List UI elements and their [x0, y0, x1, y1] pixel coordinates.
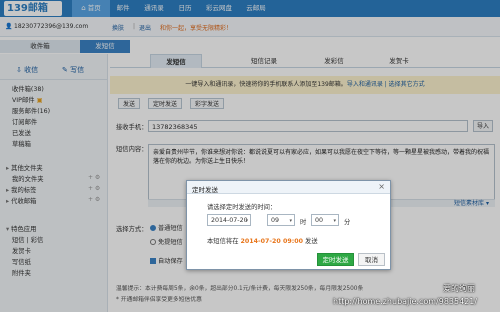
dialog-title: 定时发送 [192, 186, 218, 194]
hour-unit: 时 [300, 219, 307, 226]
chevron-down-icon: ▾ [245, 218, 248, 224]
chevron-down-icon: ▾ [333, 218, 336, 224]
close-icon[interactable]: × [378, 182, 385, 191]
hour-select[interactable]: 09 ▾ [267, 214, 295, 226]
scheduled-send-dialog: 定时发送 × 请选择定时发送的时间： 2014-07-20 ▾ 09 ▾ 时 00 ▾… [186, 180, 391, 270]
chevron-down-icon: ▾ [289, 218, 292, 224]
date-picker[interactable]: 2014-07-20 ▾ [207, 214, 251, 226]
confirm-scheduled-send-button[interactable]: 定时发送 [317, 253, 354, 266]
cancel-button[interactable]: 取消 [358, 253, 385, 266]
dialog-header: 定时发送 × [187, 181, 390, 194]
watermark-url: http://home.zhubajie.com/9835421/ [333, 297, 478, 306]
dialog-prompt: 请选择定时发送的时间： [207, 204, 277, 211]
scheduled-time: 2014-07-20 09:00 [240, 238, 304, 245]
schedule-summary: 本短信将在 2014-07-20 09:00 发送 [207, 238, 318, 245]
watermark-name: 爱的绚丽 [443, 284, 475, 293]
minute-select[interactable]: 00 ▾ [311, 214, 339, 226]
minute-unit: 分 [344, 219, 351, 226]
